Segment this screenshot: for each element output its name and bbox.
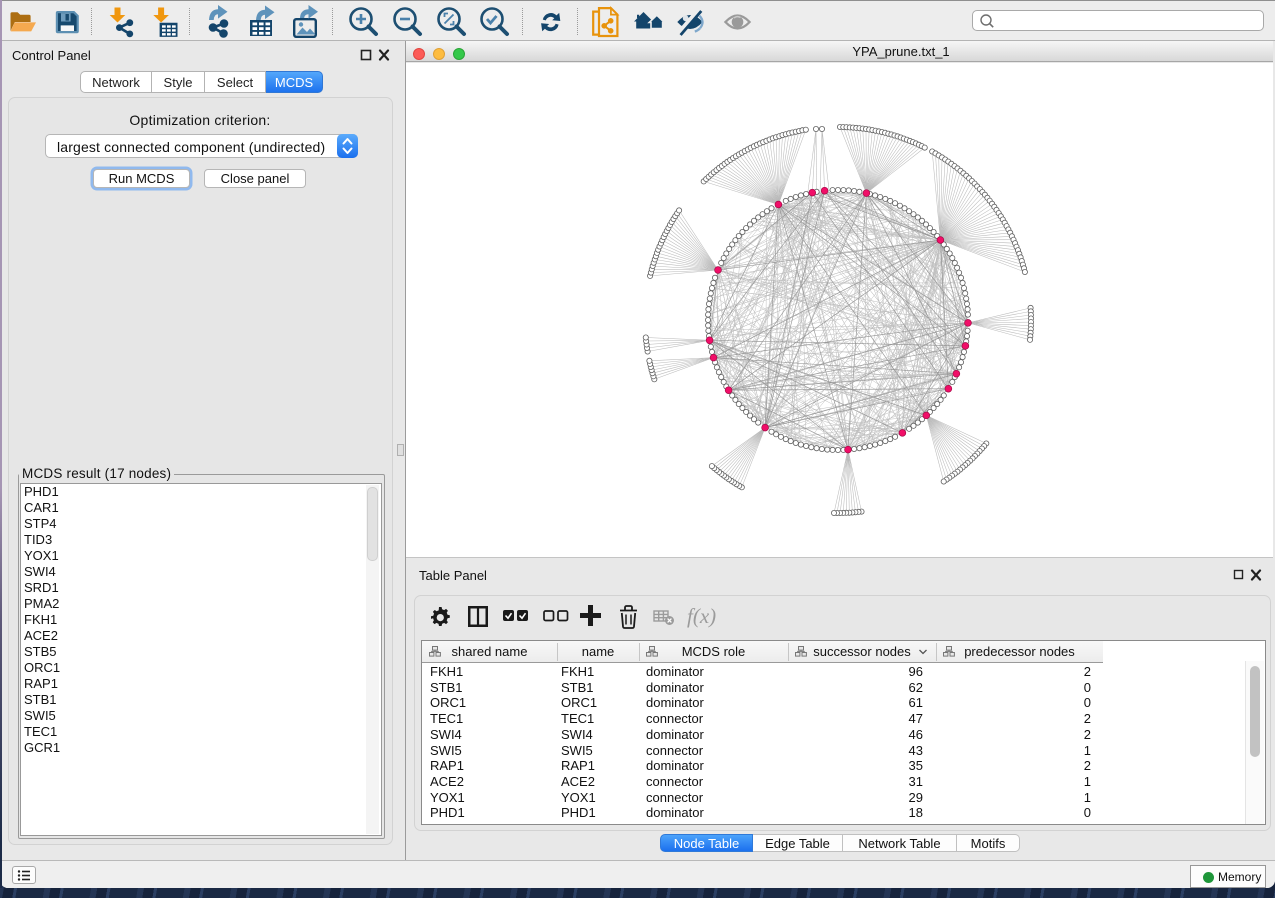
svg-text:f(x): f(x) xyxy=(687,604,716,628)
